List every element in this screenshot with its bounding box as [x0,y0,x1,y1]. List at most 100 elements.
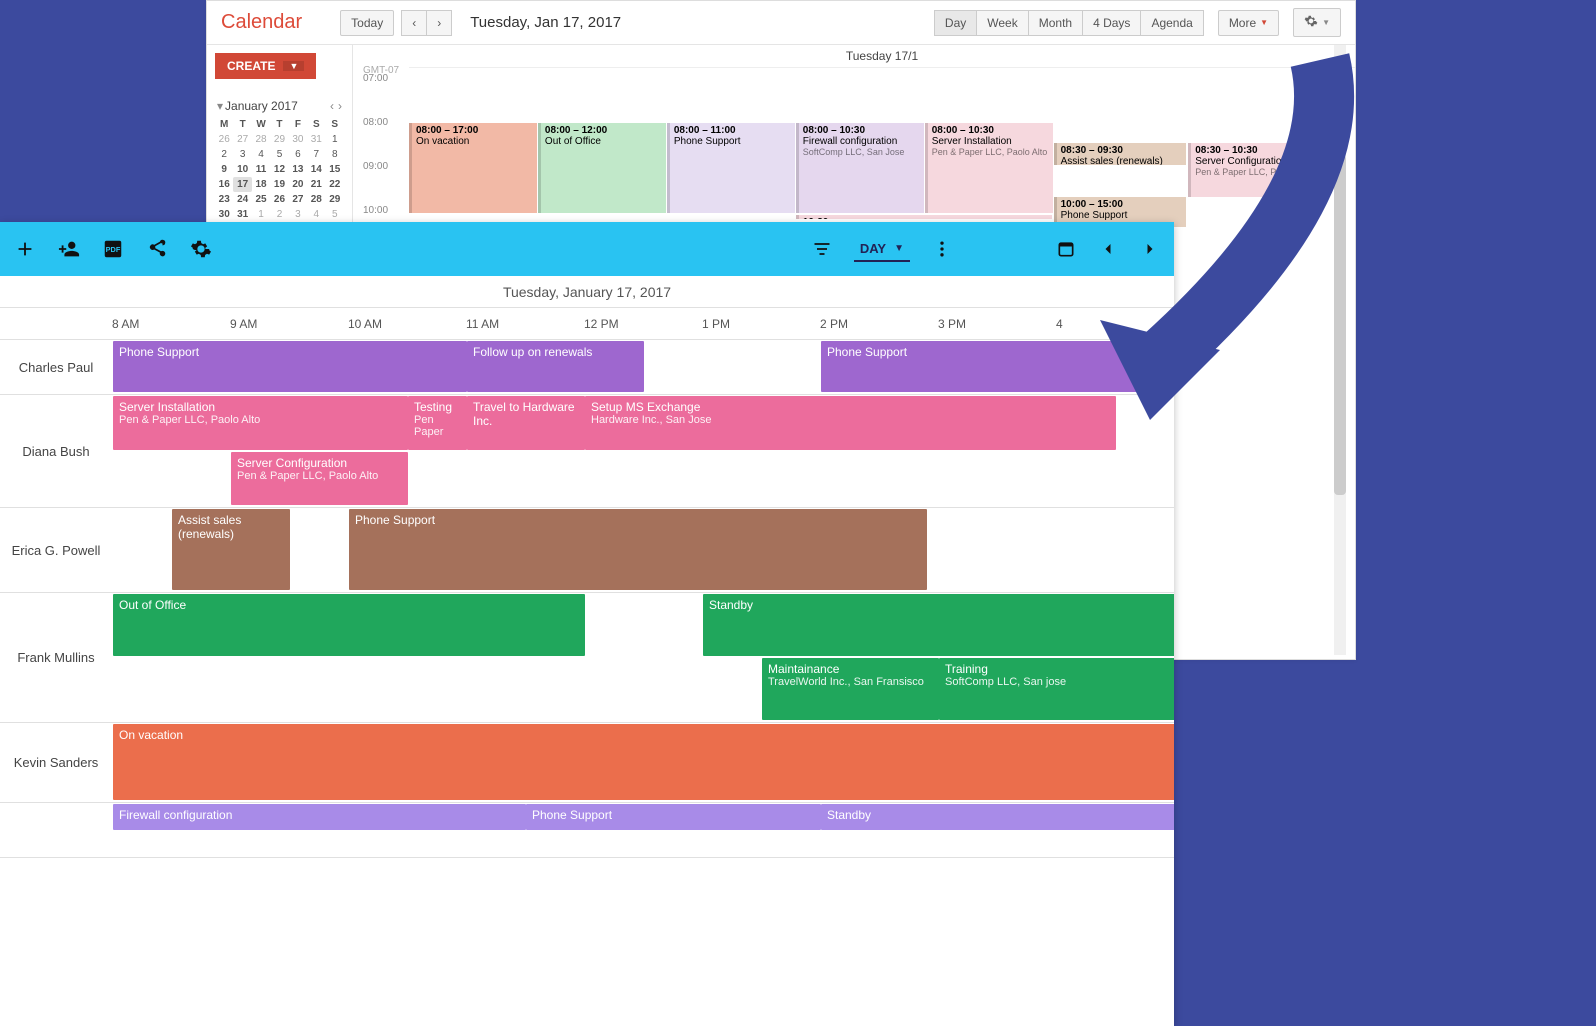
person-lane[interactable]: Out of Office StandbyMaintainanceTravelWo… [112,593,1174,722]
mini-day[interactable]: 31 [233,207,251,222]
scheduler-event[interactable]: MaintainanceTravelWorld Inc., San Fransi… [762,658,939,720]
mini-day[interactable]: 6 [289,147,307,162]
person-lane[interactable]: Firewall configurationPhone SupportStand… [112,803,1174,857]
mini-day[interactable]: 22 [326,177,344,192]
scheduler-event[interactable]: Phone Support [113,341,467,392]
filter-icon[interactable] [812,239,832,259]
add-person-icon[interactable] [58,238,80,260]
mini-day[interactable]: 20 [289,177,307,192]
gcal-event[interactable]: 08:30 – 10:30 Server ConfigurationPen & … [1188,143,1316,197]
scheduler-event[interactable]: Phone Support [821,341,1174,392]
mini-day[interactable]: 2 [270,207,288,222]
add-icon[interactable] [14,238,36,260]
gcal-event[interactable]: 08:00 – 17:00 On vacation [409,123,537,213]
person-lane[interactable]: On vacation [112,723,1174,802]
scheduler-event[interactable]: Server ConfigurationPen & Paper LLC, Pao… [231,452,408,506]
mini-day[interactable]: 29 [270,132,288,147]
overflow-menu-icon[interactable] [932,239,952,259]
gcal-event[interactable]: 10:30 TestingPen Paper LLC, Paolo [796,215,1052,219]
mini-day[interactable]: 24 [233,192,251,207]
view-tab-month[interactable]: Month [1028,10,1083,36]
gcal-event[interactable]: 08:00 – 10:30 Server InstallationPen & P… [925,123,1053,213]
mini-day[interactable]: 21 [307,177,325,192]
mini-day[interactable]: 26 [215,132,233,147]
settings-button[interactable]: ▼ [1293,8,1341,37]
mini-day[interactable]: 16 [215,177,233,192]
mini-day[interactable]: 9 [215,162,233,177]
caret-down-icon[interactable]: ▾ [215,99,225,113]
gcal-event[interactable]: 08:30 – 09:30 Assist sales (renewals) [1054,143,1187,165]
scheduler-event[interactable]: Setup MS ExchangeHardware Inc., San Jose [585,396,1116,450]
scheduler-event[interactable]: Standby [821,804,1174,830]
create-button[interactable]: CREATE ▼ [215,53,316,79]
mini-day[interactable]: 15 [326,162,344,177]
mini-prev-icon[interactable]: ‹ [328,99,336,113]
scrollbar-thumb[interactable] [1334,155,1346,495]
mini-day[interactable]: 2 [215,147,233,162]
mini-day[interactable]: 17 [233,177,251,192]
mini-day[interactable]: 28 [307,192,325,207]
scheduler-event[interactable]: TrainingSoftComp LLC, San jose [939,658,1174,720]
scheduler-event[interactable]: Standby [703,594,1174,656]
mini-day[interactable]: 4 [252,147,270,162]
gcal-event[interactable]: 08:00 – 12:00 Out of Office [538,123,666,213]
person-lane[interactable]: Assist sales (renewals) Phone Support [112,508,1174,592]
next-button[interactable]: › [426,10,452,36]
mini-day[interactable]: 1 [326,132,344,147]
gcal-event[interactable]: 08:00 – 11:00 Phone Support [667,123,795,213]
mini-day[interactable]: 30 [215,207,233,222]
today-button[interactable]: Today [340,10,394,36]
mini-day[interactable]: 14 [307,162,325,177]
mini-day[interactable]: 1 [252,207,270,222]
more-button[interactable]: More ▼ [1218,10,1279,36]
mini-day[interactable]: 11 [252,162,270,177]
prev-icon[interactable] [1098,239,1118,259]
create-dropdown-icon[interactable]: ▼ [283,61,304,71]
mini-day[interactable]: 27 [233,132,251,147]
mini-day[interactable]: 12 [270,162,288,177]
mini-day[interactable]: 19 [270,177,288,192]
scheduler-event[interactable]: Out of Office [113,594,585,656]
mini-day[interactable]: 28 [252,132,270,147]
person-lane[interactable]: Phone SupportFollow up on renewalsPhone … [112,340,1174,394]
mini-day[interactable]: 4 [307,207,325,222]
scheduler-event[interactable]: Firewall configuration [113,804,526,830]
view-tab-week[interactable]: Week [976,10,1028,36]
view-tab-4days[interactable]: 4 Days [1082,10,1141,36]
next-icon[interactable] [1140,239,1160,259]
mini-day[interactable]: 10 [233,162,251,177]
prev-button[interactable]: ‹ [401,10,427,36]
share-icon[interactable] [146,238,168,260]
scheduler-event[interactable]: TestingPen Paper [408,396,467,450]
mini-day[interactable]: 7 [307,147,325,162]
mini-day[interactable]: 30 [289,132,307,147]
mini-day[interactable]: 3 [289,207,307,222]
scheduler-event[interactable]: On vacation [113,724,1174,800]
scheduler-event[interactable]: Travel to Hardware Inc. [467,396,585,450]
scrollbar[interactable] [1334,45,1346,655]
person-lane[interactable]: Server InstallationPen & Paper LLC, Paol… [112,395,1174,507]
scheduler-event[interactable]: Server InstallationPen & Paper LLC, Paol… [113,396,408,450]
today-icon[interactable] [1056,239,1076,259]
mini-day[interactable]: 5 [326,207,344,222]
view-selector[interactable]: DAY ▼ [854,237,910,262]
mini-day[interactable]: 31 [307,132,325,147]
mini-day[interactable]: 27 [289,192,307,207]
mini-day[interactable]: 13 [289,162,307,177]
mini-day[interactable]: 29 [326,192,344,207]
mini-day[interactable]: 18 [252,177,270,192]
pdf-icon[interactable]: PDF [102,238,124,260]
mini-day[interactable]: 3 [233,147,251,162]
view-tab-agenda[interactable]: Agenda [1140,10,1203,36]
gcal-event[interactable]: 08:00 – 10:30 Firewall configurationSoft… [796,123,924,213]
mini-calendar[interactable]: MTWTFSS262728293031123456789101112131415… [215,117,344,222]
mini-day[interactable]: 5 [270,147,288,162]
scheduler-event[interactable]: Phone Support [349,509,927,590]
scheduler-event[interactable]: Assist sales (renewals) [172,509,290,590]
mini-next-icon[interactable]: › [336,99,344,113]
mini-day[interactable]: 8 [326,147,344,162]
mini-day[interactable]: 23 [215,192,233,207]
mini-day[interactable]: 25 [252,192,270,207]
scheduler-event[interactable]: Phone Support [526,804,821,830]
view-tab-day[interactable]: Day [934,10,977,36]
